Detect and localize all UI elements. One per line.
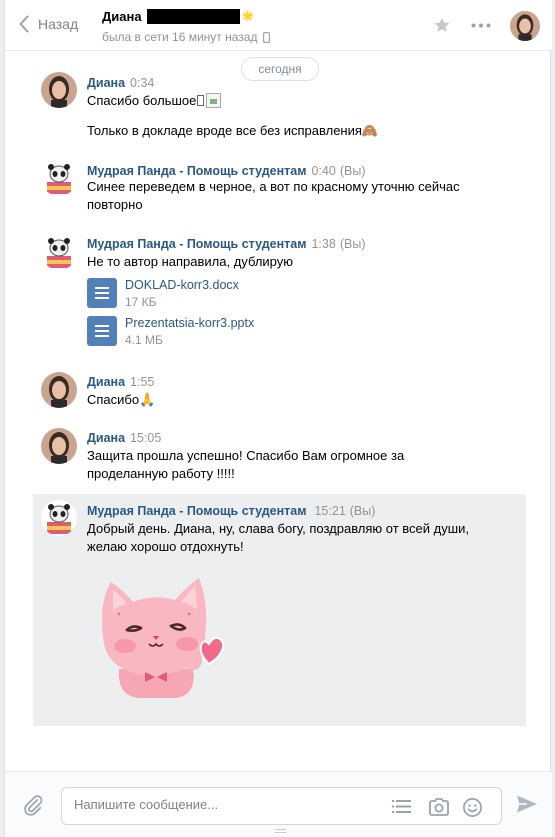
peer-name: Диана <box>102 9 142 24</box>
more-icon[interactable] <box>471 23 491 28</box>
redacted-surname <box>146 9 240 24</box>
avatar[interactable] <box>41 160 77 196</box>
smile-icon[interactable] <box>462 797 483 818</box>
message-text: Защита прошла успешно! Спасибо Вам огром… <box>87 448 405 463</box>
you-marker: (Вы) <box>339 164 366 178</box>
message-item[interactable]: Мудрая Панда - Помощь студентам 0:40 (Вы) … <box>5 158 552 218</box>
avatar[interactable] <box>41 428 77 464</box>
message-text: Спасибо🙏 <box>87 392 156 407</box>
message-text: Только в докладе вроде все без исправлен… <box>87 123 379 138</box>
message-author[interactable]: Мудрая Панда - Помощь студентам <box>87 237 306 251</box>
message-item[interactable]: Диана 15:05 Защита прошла успешно! Спасиб… <box>5 426 552 486</box>
message-time[interactable]: 1:38 <box>311 237 335 251</box>
chat-header: Назад Диана 🌟 была в сети 16 минут назад <box>5 0 552 51</box>
message-item[interactable]: Диана 1:55 Спасибо🙏 <box>5 370 552 414</box>
message-time[interactable]: 0:40 <box>311 164 335 178</box>
peer-avatar[interactable] <box>510 11 540 41</box>
avatar[interactable] <box>41 72 77 108</box>
document-size: 17 КБ <box>125 295 157 309</box>
message-author[interactable]: Диана <box>87 76 125 90</box>
name-emoji: 🌟 <box>241 11 255 22</box>
back-label: Назад <box>38 16 79 32</box>
message-author[interactable]: Мудрая Панда - Помощь студентам <box>87 504 306 518</box>
resize-handle[interactable] <box>275 829 286 835</box>
avatar[interactable] <box>41 372 77 408</box>
message-text: желаю хорошо отдохнуть! <box>87 539 244 554</box>
message-author[interactable]: Диана <box>87 431 125 445</box>
message-time[interactable]: 0:34 <box>130 76 154 90</box>
camera-icon[interactable] <box>428 797 450 817</box>
message-text: Не то автор направила, дублирую <box>87 254 294 269</box>
message-author[interactable]: Диана <box>87 375 125 389</box>
document-size: 4.1 МБ <box>125 333 163 347</box>
message-item[interactable]: Мудрая Панда - Помощь студентам 1:38 (Вы) … <box>5 232 552 354</box>
avatar[interactable] <box>41 234 77 270</box>
message-text: Добрый день. Диана, ну, слава богу, позд… <box>87 521 470 536</box>
message-input-box[interactable] <box>61 787 502 825</box>
document-attachment[interactable]: DOKLAD-korr3.docx 17 КБ <box>87 278 239 309</box>
message-author[interactable]: Мудрая Панда - Помощь студентам <box>87 164 306 178</box>
document-name[interactable]: Prezentatsia-korr3.pptx <box>125 316 254 330</box>
message-text: Синее переведем в черное, а вот по красн… <box>87 179 460 194</box>
star-icon[interactable] <box>433 16 451 34</box>
missing-glyph <box>197 95 205 106</box>
document-icon[interactable] <box>87 316 117 346</box>
message-time[interactable]: 15:21 <box>314 504 345 518</box>
peer-status: была в сети 16 минут назад <box>102 30 258 44</box>
peer-info[interactable]: Диана 🌟 была в сети 16 минут назад <box>102 9 271 44</box>
pink-cat-heart-sticker[interactable] <box>89 574 229 702</box>
list-icon[interactable] <box>392 799 411 814</box>
you-marker: (Вы) <box>339 237 366 251</box>
message-item[interactable]: Диана 0:34 Спасибо большое Только в докла… <box>5 70 552 146</box>
chat-window: Назад Диана 🌟 была в сети 16 минут назад… <box>4 0 552 837</box>
message-input[interactable] <box>74 797 374 812</box>
document-attachment[interactable]: Prezentatsia-korr3.pptx 4.1 МБ <box>87 316 254 347</box>
message-text: повторно <box>87 197 143 212</box>
send-icon[interactable] <box>516 794 538 814</box>
document-name[interactable]: DOKLAD-korr3.docx <box>125 278 239 292</box>
broken-image-icon <box>206 93 222 108</box>
message-time[interactable]: 15:05 <box>130 431 161 445</box>
back-button[interactable]: Назад <box>19 15 78 33</box>
message-item-selected[interactable]: Мудрая Панда - Помощь студентам 15:21 (Вы)… <box>33 494 526 726</box>
phone-icon <box>263 31 271 43</box>
message-time[interactable]: 1:55 <box>130 375 154 389</box>
document-icon[interactable] <box>87 278 117 308</box>
message-text: проделанную работу !!!!! <box>87 466 235 481</box>
message-composer <box>5 771 552 837</box>
chevron-left-icon <box>19 15 29 33</box>
paperclip-icon[interactable] <box>22 794 44 816</box>
avatar[interactable] <box>41 500 77 536</box>
message-text: Спасибо большое <box>87 93 197 108</box>
you-marker: (Вы) <box>349 504 376 518</box>
